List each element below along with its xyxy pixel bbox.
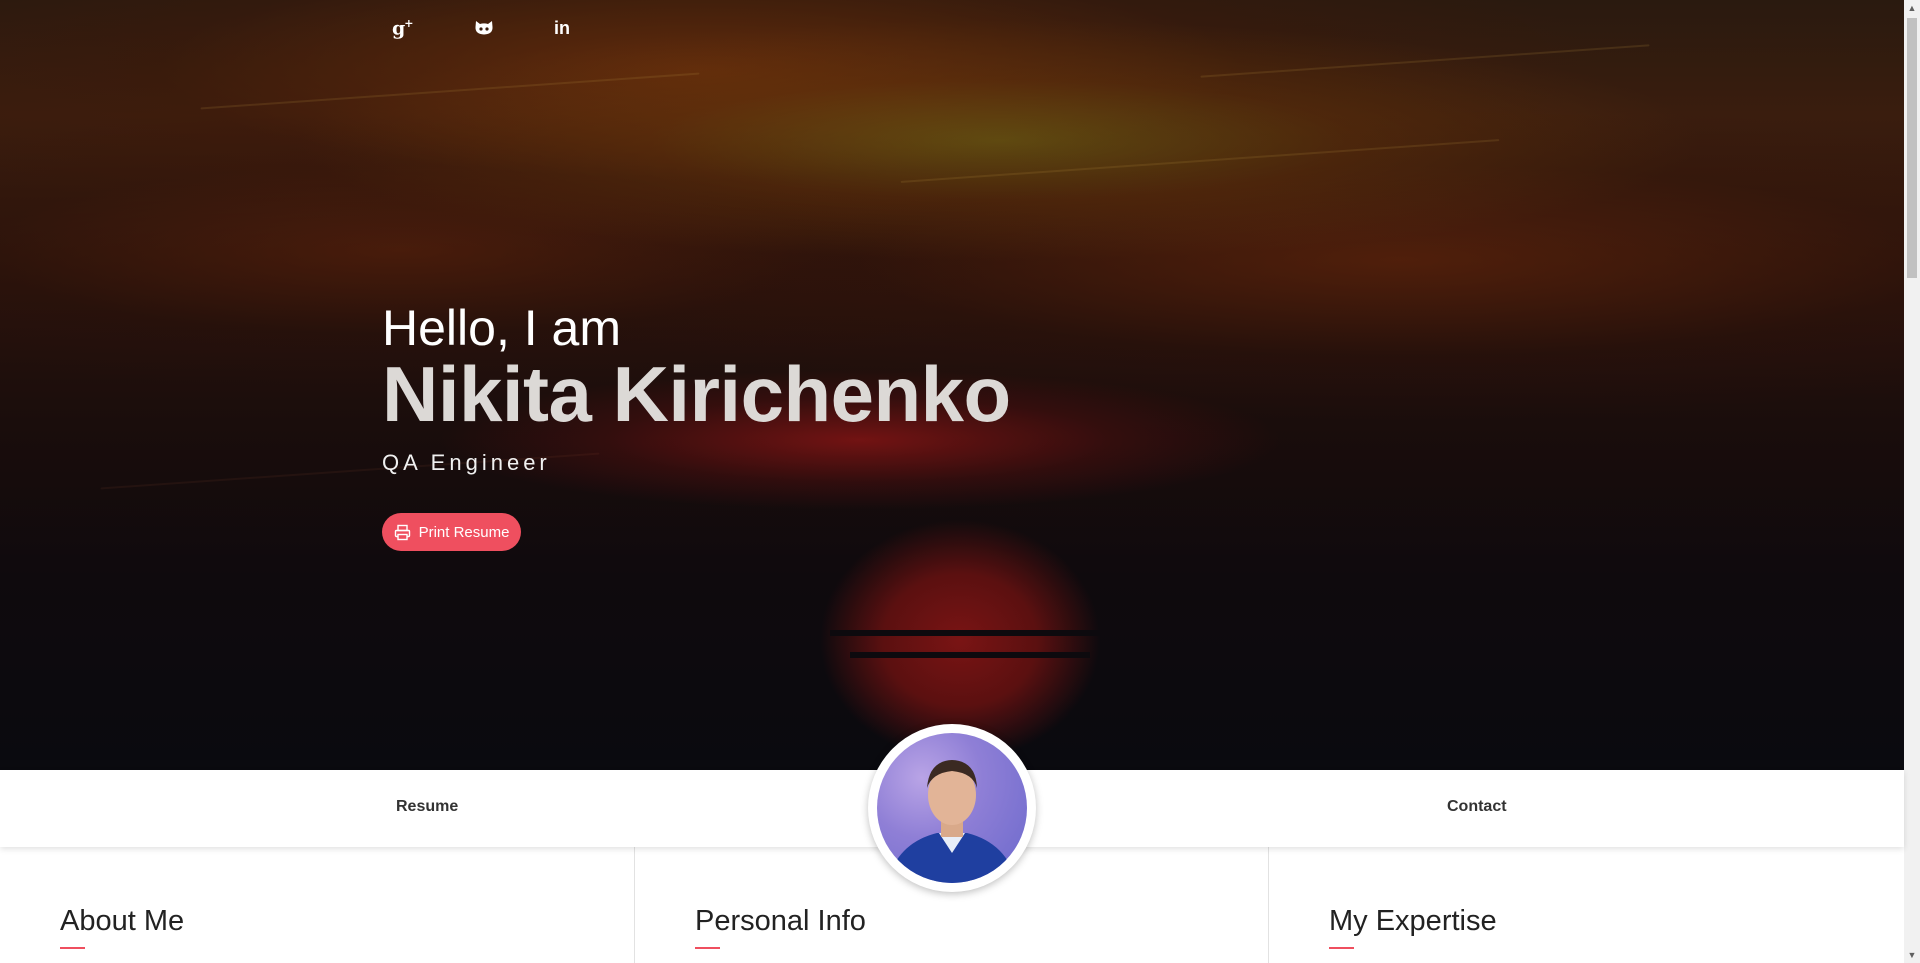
heading-underline [60,947,85,949]
hero-texture [900,139,1500,183]
social-links: g+ in [392,16,635,40]
googleplus-link[interactable]: g+ [392,16,473,40]
avatar-photo [877,733,1027,883]
hero-texture [830,630,1100,636]
hero-texture [1200,44,1650,78]
scroll-up-arrow[interactable]: ▲ [1904,0,1920,16]
linkedin-link[interactable]: in [554,16,635,40]
heading-underline [695,947,720,949]
nav-contact[interactable]: Contact [1447,798,1507,816]
profile-avatar [868,724,1036,892]
expertise-heading: My Expertise [1329,905,1497,937]
github-icon [475,21,493,35]
printer-icon [394,524,410,540]
about-heading: About Me [60,905,185,937]
hero-texture [200,72,700,110]
hero-greeting: Hello, I am [382,300,621,356]
scroll-down-arrow[interactable]: ▼ [1904,947,1920,963]
person-portrait-icon [887,760,1017,883]
personal-info-heading: Personal Info [695,905,866,937]
nav-resume[interactable]: Resume [396,798,458,816]
hero-section: g+ in Hello, I am Nikita Kirichenko QA E… [0,0,1904,770]
googleplus-icon: g+ [392,16,414,40]
expertise-column: My Expertise [1268,847,1902,963]
vertical-scrollbar[interactable]: ▲ ▼ [1904,0,1920,963]
linkedin-icon: in [554,17,570,38]
scroll-thumb[interactable] [1907,18,1917,278]
heading-underline [1329,947,1354,949]
github-link[interactable] [473,16,554,40]
print-resume-label: Print Resume [418,523,510,541]
hero-intro: Hello, I am Nikita Kirichenko QA Enginee… [382,298,1011,476]
hero-role: QA Engineer [382,450,551,475]
hero-name: Nikita Kirichenko [382,350,1011,438]
hero-texture [850,652,1090,658]
about-column: About Me [0,847,634,963]
print-resume-button[interactable]: Print Resume [382,513,521,551]
